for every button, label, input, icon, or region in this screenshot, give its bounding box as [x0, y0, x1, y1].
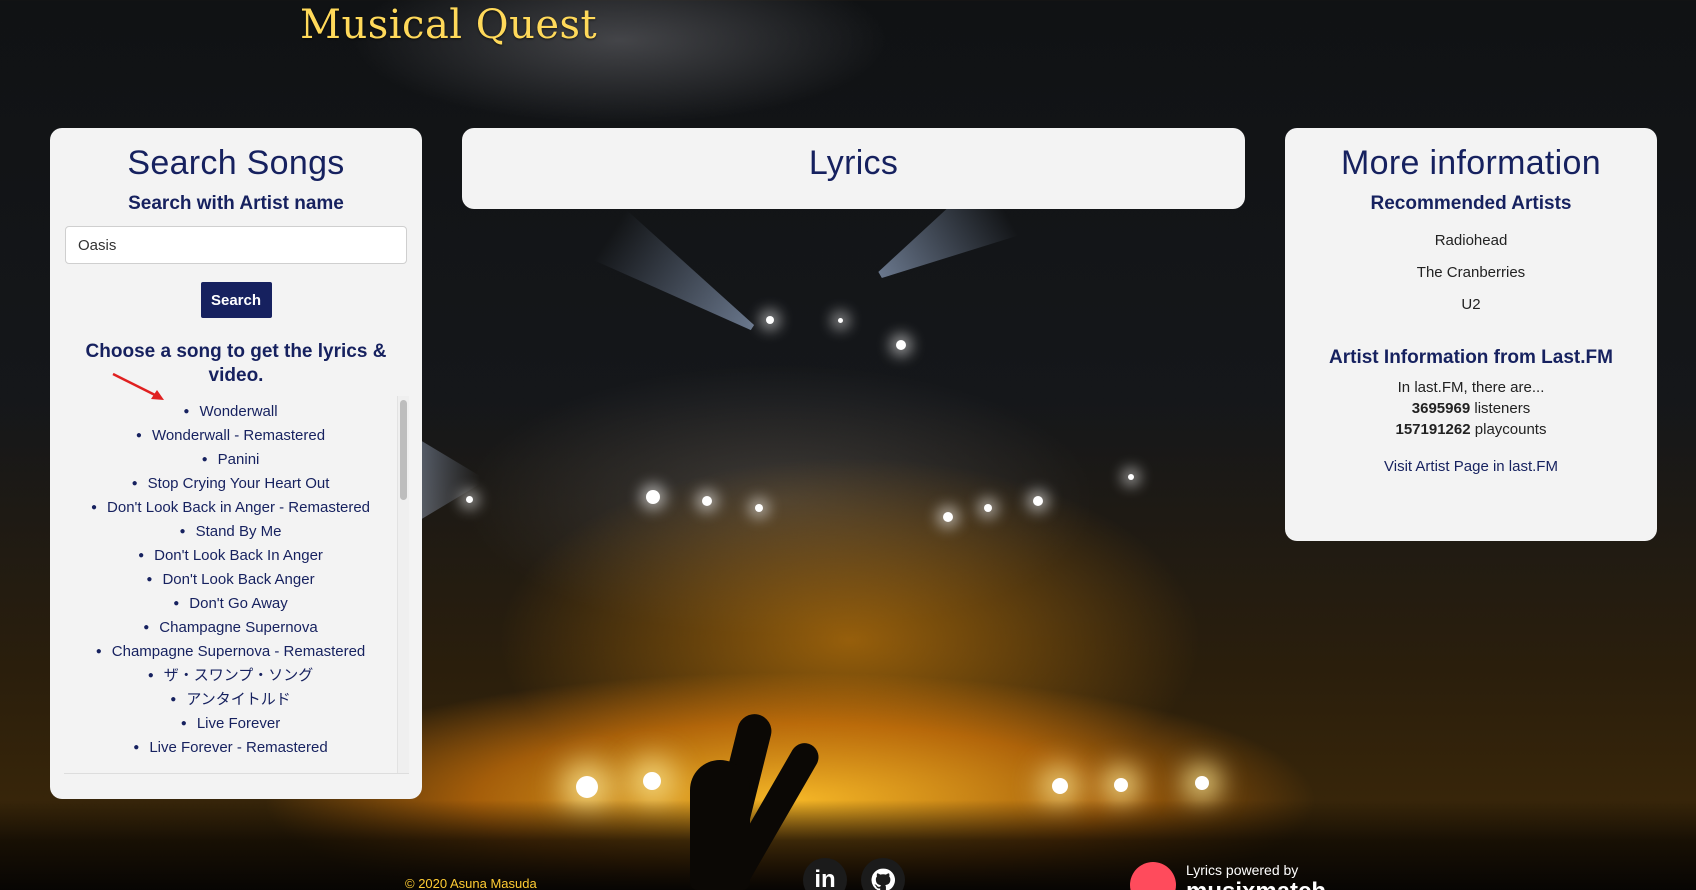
lyrics-heading: Lyrics — [808, 144, 899, 182]
song-list-scroll-thumb[interactable] — [400, 400, 407, 500]
song-item-live-forever-remastered[interactable]: Live Forever - Remastered — [64, 736, 397, 760]
listeners-count: 3695969 — [1411, 400, 1471, 417]
song-list-container: Wonderwall Wonderwall - Remastered Panin… — [64, 396, 409, 774]
more-information-heading: More information — [1341, 144, 1601, 182]
search-songs-heading: Search Songs — [127, 144, 345, 182]
lastfm-intro: In last.FM, there are... — [1397, 379, 1545, 396]
lyrics-powered-by-text: Lyrics powered by — [1186, 862, 1299, 878]
choose-song-prompt: Choose a song to get the lyrics & video. — [85, 341, 387, 386]
recommended-artist-item[interactable]: The Cranberries — [1285, 257, 1657, 289]
search-button[interactable]: Search — [200, 282, 272, 318]
song-item-live-forever[interactable]: Live Forever — [64, 712, 397, 736]
search-songs-card: Search Songs Search with Artist name Sea… — [50, 128, 422, 799]
more-information-card: More information Recommended Artists Rad… — [1285, 128, 1657, 541]
song-item-wonderwall[interactable]: Wonderwall — [64, 400, 397, 424]
search-artist-subheading: Search with Artist name — [128, 193, 344, 214]
song-item-swamp-song[interactable]: ザ・スワンプ・ソング — [64, 664, 397, 688]
artist-search-input[interactable] — [65, 226, 407, 264]
lastfm-stats: In last.FM, there are... 3695969 listene… — [1285, 377, 1657, 440]
playcounts-label: playcounts — [1474, 421, 1547, 438]
song-item-wonderwall-remastered[interactable]: Wonderwall - Remastered — [64, 424, 397, 448]
playcounts-line: 157191262 playcounts — [1285, 419, 1657, 440]
song-item-champagne-supernova-remastered[interactable]: Champagne Supernova - Remastered — [64, 640, 397, 664]
song-item-stand-by-me[interactable]: Stand By Me — [64, 520, 397, 544]
site-title[interactable]: Musical Quest — [300, 2, 597, 48]
visit-artist-page-link[interactable]: Visit Artist Page in last.FM — [1285, 458, 1657, 475]
musixmatch-brand-text[interactable]: musixmatch — [1186, 878, 1326, 890]
recommended-artists-list: Radiohead The Cranberries U2 — [1285, 225, 1657, 321]
song-item-champagne-supernova[interactable]: Champagne Supernova — [64, 616, 397, 640]
recommended-artist-item[interactable]: U2 — [1285, 289, 1657, 321]
listeners-line: 3695969 listeners — [1285, 398, 1657, 419]
song-list: Wonderwall Wonderwall - Remastered Panin… — [64, 396, 409, 760]
song-item-dont-look-back-remastered[interactable]: Don't Look Back in Anger - Remastered — [64, 496, 397, 520]
github-icon[interactable] — [861, 858, 905, 890]
lastfm-info-heading: Artist Information from Last.FM — [1329, 347, 1613, 368]
song-item-dont-look-back[interactable]: Don't Look Back In Anger — [64, 544, 397, 568]
listeners-label: listeners — [1474, 400, 1531, 417]
song-item-stop-crying[interactable]: Stop Crying Your Heart Out — [64, 472, 397, 496]
song-item-untitled[interactable]: アンタイトルド — [64, 688, 397, 712]
musixmatch-logo-icon[interactable] — [1130, 862, 1176, 890]
song-list-scrollbar[interactable] — [397, 396, 409, 773]
song-item-panini[interactable]: Panini — [64, 448, 397, 472]
recommended-artist-item[interactable]: Radiohead — [1285, 225, 1657, 257]
copyright-text: © 2020 Asuna Masuda — [405, 876, 537, 890]
song-item-dont-go-away[interactable]: Don't Go Away — [64, 592, 397, 616]
linkedin-icon[interactable]: in — [803, 858, 847, 890]
recommended-artists-heading: Recommended Artists — [1370, 193, 1572, 214]
playcounts-count: 157191262 — [1395, 421, 1471, 438]
song-item-dont-look-back-anger[interactable]: Don't Look Back Anger — [64, 568, 397, 592]
lyrics-card: Lyrics — [462, 128, 1245, 209]
